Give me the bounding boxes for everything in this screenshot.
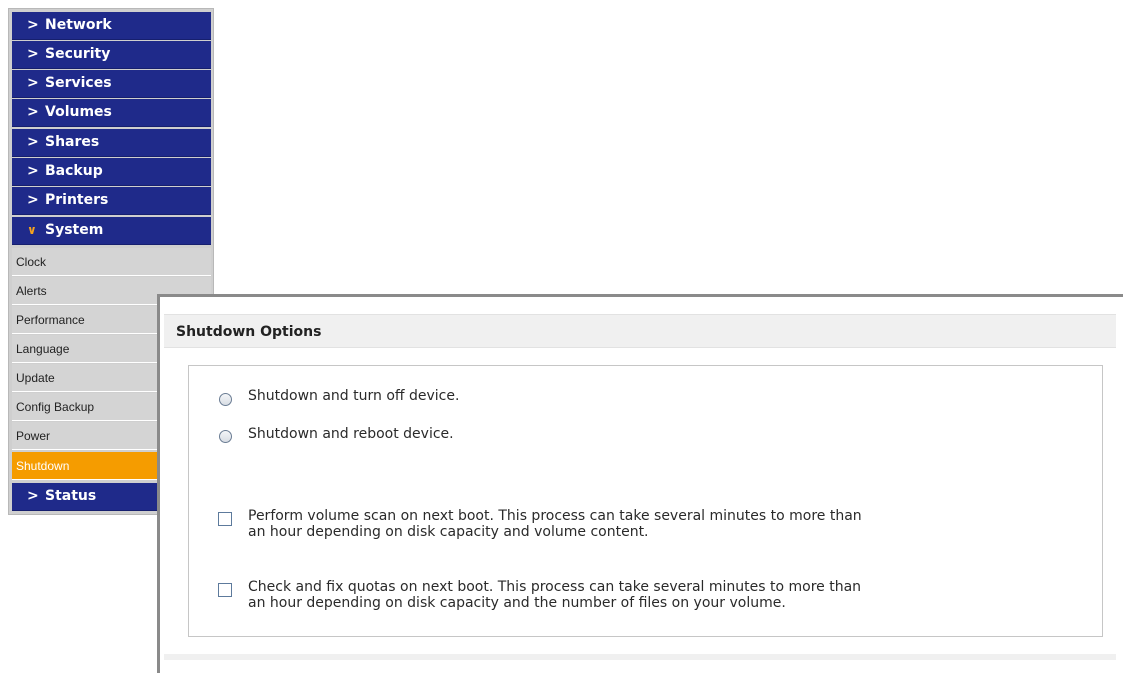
radio-label: Shutdown and turn off device. — [248, 388, 460, 404]
sidebar-item-label: Shares — [45, 134, 100, 150]
sidebar-item-volumes[interactable]: > Volumes — [12, 99, 211, 127]
sidebar-item-label: Network — [45, 17, 112, 33]
panel-title: Shutdown Options — [164, 314, 1116, 348]
sidebar-item-label: Security — [45, 46, 111, 62]
checkbox-label-line1: Check and fix quotas on next boot. This … — [248, 579, 862, 595]
chevron-right-icon: > — [27, 134, 39, 150]
radio-label: Shutdown and reboot device. — [248, 426, 454, 442]
radio-button-turn-off[interactable] — [219, 393, 232, 406]
sidebar-item-label: System — [45, 222, 104, 238]
sidebar-item-label: Services — [45, 75, 112, 91]
sidebar-item-backup[interactable]: > Backup — [12, 158, 211, 186]
sidebar-item-label: Volumes — [45, 104, 112, 120]
panel-footer-bar — [164, 654, 1116, 660]
chevron-right-icon: > — [27, 488, 39, 504]
sidebar-item-security[interactable]: > Security — [12, 41, 211, 69]
chevron-down-icon: ∨ — [27, 223, 37, 237]
sidebar-item-services[interactable]: > Services — [12, 70, 211, 98]
sidebar-item-label: Status — [45, 488, 97, 504]
sidebar-item-label: Printers — [45, 192, 109, 208]
radio-button-reboot[interactable] — [219, 430, 232, 443]
chevron-right-icon: > — [27, 17, 39, 33]
checkbox-label-line2: an hour depending on disk capacity and t… — [248, 595, 786, 611]
sidebar-item-shares[interactable]: > Shares — [12, 129, 211, 157]
sidebar-item-label: Backup — [45, 163, 103, 179]
shutdown-options-box: Shutdown and turn off device. Shutdown a… — [188, 365, 1103, 637]
checkbox-volume-scan[interactable] — [218, 512, 232, 526]
chevron-right-icon: > — [27, 192, 39, 208]
chevron-right-icon: > — [27, 46, 39, 62]
shutdown-options-panel: Shutdown Options Shutdown and turn off d… — [157, 294, 1123, 673]
sidebar-item-system[interactable]: ∨ System — [12, 217, 211, 245]
sidebar-item-printers[interactable]: > Printers — [12, 187, 211, 215]
checkbox-label-line2: an hour depending on disk capacity and v… — [248, 524, 649, 540]
sidebar-item-network[interactable]: > Network — [12, 12, 211, 40]
chevron-right-icon: > — [27, 104, 39, 120]
checkbox-check-quotas[interactable] — [218, 583, 232, 597]
submenu-item-clock[interactable]: Clock — [12, 248, 211, 276]
chevron-right-icon: > — [27, 75, 39, 91]
chevron-right-icon: > — [27, 163, 39, 179]
checkbox-label-line1: Perform volume scan on next boot. This p… — [248, 508, 862, 524]
